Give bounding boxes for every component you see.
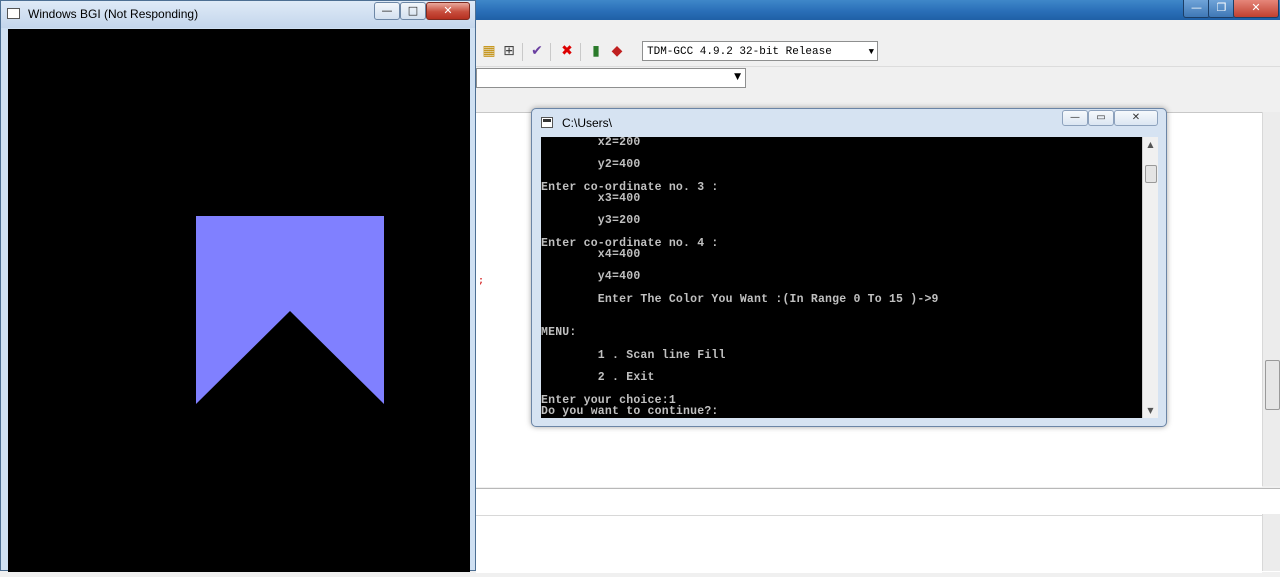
toolbar-separator (522, 43, 523, 61)
check-icon[interactable]: ✔ (529, 43, 545, 59)
bgi-canvas (8, 29, 470, 572)
compiler-select-value: TDM-GCC 4.9.2 32-bit Release (647, 46, 832, 58)
console-line: x4=400 (597, 248, 641, 262)
ide-close-button[interactable]: ✕ (1233, 0, 1279, 18)
debug-icon[interactable]: ◆ (609, 43, 625, 59)
toolbar-separator (580, 43, 581, 61)
chevron-down-icon: ▼ (734, 72, 741, 82)
console-scrollbar[interactable]: ▲ ▼ (1142, 137, 1158, 418)
scrollbar-thumb[interactable] (1265, 360, 1280, 410)
ide-toolbar: ▦ ⊞ ✔ ✖ ▮ ◆ (476, 38, 1280, 67)
scroll-down-icon[interactable]: ▼ (1143, 403, 1158, 418)
console-line: Enter The Color You Want :(In Range 0 To… (597, 292, 939, 306)
scroll-up-icon[interactable]: ▲ (1143, 137, 1158, 152)
console-line: Do you want to continue?: (541, 404, 719, 418)
console-line: 2 . Exit (597, 371, 655, 385)
editor-error-mark: ; (478, 275, 485, 286)
console-line: 1 . Scan line Fill (597, 348, 726, 362)
ide-restore-button[interactable]: ❐ (1208, 0, 1235, 18)
bgi-titlebar[interactable]: Windows BGI (Not Responding) — □ ✕ (1, 1, 475, 28)
scrollbar-thumb[interactable] (1145, 165, 1157, 183)
console-output[interactable]: x2=200 y2=400 Enter co-ordinate no. 3 : … (541, 137, 1142, 418)
console-line: y2=400 (597, 158, 641, 172)
table-icon[interactable]: ▦ (481, 43, 497, 59)
graphics-surface (196, 216, 384, 404)
console-line: MENU: (541, 326, 577, 340)
bgi-window-title: Windows BGI (Not Responding) (28, 7, 199, 21)
scope-select[interactable]: ▼ (476, 68, 746, 88)
toolbar-separator (550, 43, 551, 61)
scanline-filled-polygon (196, 216, 384, 404)
console-line: x3=400 (597, 192, 641, 206)
console-maximize-button[interactable]: ▭ (1088, 110, 1114, 126)
console-minimize-button[interactable]: — (1062, 110, 1088, 126)
chevron-down-icon: ▼ (868, 47, 874, 57)
messages-pane (476, 488, 1280, 573)
console-window: C:\Users\ — ▭ ✕ x2=200 y2=400 Enter co-o… (531, 108, 1167, 427)
ide-minimize-button[interactable]: — (1183, 0, 1210, 18)
console-text: x2=200 y2=400 Enter co-ordinate no. 3 : … (541, 137, 939, 417)
editor-scrollbar[interactable] (1262, 112, 1280, 486)
console-icon (541, 117, 553, 128)
minimize-button[interactable]: — (374, 2, 400, 20)
messages-scrollbar[interactable] (1262, 514, 1280, 571)
delete-icon[interactable]: ✖ (559, 43, 575, 59)
bgi-window: Windows BGI (Not Responding) — □ ✕ (0, 0, 476, 572)
chart-icon[interactable]: ▮ (588, 43, 604, 59)
console-line: y4=400 (597, 270, 641, 284)
console-line: y3=200 (597, 214, 641, 228)
close-button[interactable]: ✕ (426, 2, 470, 20)
console-title: C:\Users\ (562, 116, 613, 130)
grid-icon[interactable]: ⊞ (501, 43, 517, 59)
messages-list (476, 515, 1262, 573)
compiler-select[interactable]: TDM-GCC 4.9.2 32-bit Release ▼ (642, 41, 878, 61)
window-icon (7, 8, 20, 19)
console-line: x2=200 (597, 137, 641, 149)
console-close-button[interactable]: ✕ (1114, 110, 1158, 126)
maximize-button[interactable]: □ (400, 2, 426, 20)
